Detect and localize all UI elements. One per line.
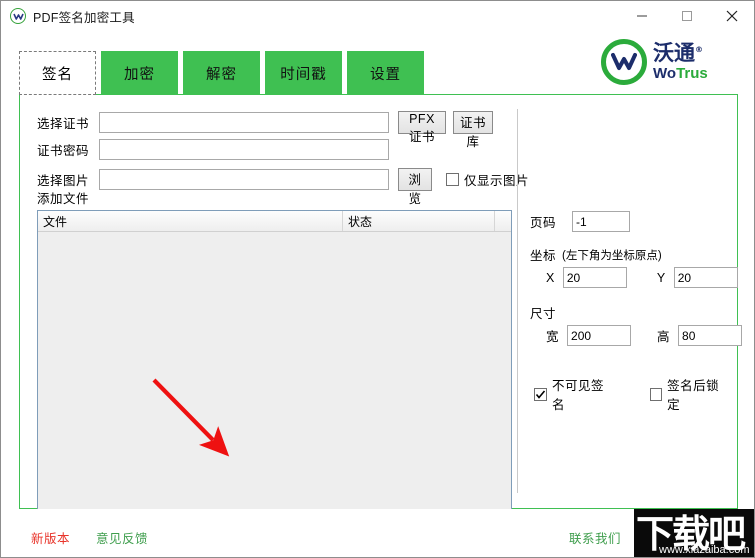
image-input[interactable] <box>99 169 389 190</box>
maximize-button[interactable] <box>664 1 709 31</box>
tab-label: 签名 <box>42 66 73 83</box>
tab-sign[interactable]: 签名 <box>19 51 96 95</box>
minimize-button[interactable] <box>619 1 664 31</box>
site-watermark: 下载吧 www.xiazaiba.com <box>634 509 754 557</box>
window-controls <box>619 1 754 31</box>
brand-name-en: WoTrus <box>653 66 708 81</box>
invisible-sign-checkbox-box[interactable] <box>534 387 547 401</box>
file-list-header: 文件 状态 <box>38 211 511 232</box>
tab-strip: 签名 加密 解密 时间戳 设置 <box>19 51 424 95</box>
column-header-file[interactable]: 文件 <box>38 211 343 231</box>
password-input[interactable] <box>99 139 389 160</box>
height-label: 高 <box>657 330 671 344</box>
x-label: X <box>546 270 555 285</box>
coordinate-label: 坐标 <box>530 249 557 263</box>
invisible-sign-checkbox[interactable]: 不可见签名 <box>534 375 615 413</box>
invisible-sign-label: 不可见签名 <box>552 379 605 412</box>
title-bar-left: PDF签名加密工具 <box>1 7 619 26</box>
lock-after-sign-checkbox[interactable]: 签名后锁定 <box>649 375 731 413</box>
file-list-body[interactable] <box>38 232 511 550</box>
cert-store-button[interactable]: 证书库 <box>453 111 493 149</box>
brand-name-cn: 沃通® <box>653 43 708 64</box>
width-label: 宽 <box>546 330 560 344</box>
contact-link[interactable]: 联系我们 <box>569 528 621 547</box>
pfx-cert-button[interactable]: PFX证书 <box>398 111 446 144</box>
cert-label: 选择证书 <box>37 117 90 131</box>
feedback-link[interactable]: 意见反馈 <box>96 528 148 547</box>
panel-divider <box>517 109 518 493</box>
cert-input[interactable] <box>99 112 389 133</box>
coordinate-row: X Y <box>546 267 738 288</box>
page-input[interactable] <box>572 211 630 232</box>
status-bar: 新版本 意见反馈 联系我们 下载吧 www.xiazaiba.com <box>1 509 754 557</box>
main-panel: 选择证书 PFX证书 证书库 证书密码 选择图片 浏览 仅显示图片 添加文件 文… <box>19 94 743 557</box>
height-input[interactable] <box>678 325 743 346</box>
title-bar: PDF签名加密工具 <box>1 1 754 31</box>
brand-logo: 沃通® WoTrus <box>601 37 721 87</box>
brand-en-trus: Trus <box>676 65 708 82</box>
window-title: PDF签名加密工具 <box>33 10 135 25</box>
image-row: 选择图片 浏览 仅显示图片 <box>37 168 530 206</box>
brand-cn-chars: 沃通 <box>653 41 695 65</box>
tab-label: 加密 <box>124 66 155 83</box>
tab-encrypt[interactable]: 加密 <box>101 51 178 95</box>
y-input[interactable] <box>673 267 738 288</box>
tab-decrypt[interactable]: 解密 <box>183 51 260 95</box>
tab-label: 设置 <box>370 66 401 83</box>
password-label: 证书密码 <box>37 144 90 158</box>
tab-settings[interactable]: 设置 <box>347 51 424 95</box>
image-label: 选择图片 <box>37 174 90 188</box>
lock-after-sign-label: 签名后锁定 <box>667 379 720 412</box>
registered-mark: ® <box>695 45 703 54</box>
password-row: 证书密码 <box>37 139 389 160</box>
wotrus-circle-icon <box>601 39 647 85</box>
close-button[interactable] <box>709 1 754 31</box>
brand-en-wo: Wo <box>653 65 677 82</box>
tab-timestamp[interactable]: 时间戳 <box>265 51 342 95</box>
app-window: PDF签名加密工具 签名 加密 解密 时间戳 设置 沃通® WoTrus 选择证… <box>0 0 755 558</box>
x-input[interactable] <box>562 267 627 288</box>
tab-label: 解密 <box>206 66 237 83</box>
filelist-label: 添加文件 <box>37 192 90 206</box>
app-logo-icon <box>10 8 26 24</box>
page-label: 页码 <box>530 216 557 230</box>
only-image-label: 仅显示图片 <box>464 174 530 188</box>
column-header-spacer <box>495 211 511 231</box>
column-header-status[interactable]: 状态 <box>343 211 495 231</box>
page-row: 页码 <box>530 211 630 232</box>
file-list[interactable]: 文件 状态 <box>37 210 512 550</box>
browse-button[interactable]: 浏览 <box>398 168 432 206</box>
size-row: 宽 高 <box>546 325 743 346</box>
coordinate-hint: (左下角为坐标原点) <box>562 249 662 262</box>
watermark-url: www.xiazaiba.com <box>659 544 750 556</box>
lock-after-sign-checkbox-box[interactable] <box>649 387 663 401</box>
cert-row: 选择证书 PFX证书 证书库 <box>37 111 493 149</box>
size-label: 尺寸 <box>530 307 557 321</box>
y-label: Y <box>656 270 666 285</box>
coordinate-header: 坐标 (左下角为坐标原点) <box>530 245 662 264</box>
brand-text: 沃通® WoTrus <box>653 43 708 82</box>
new-version-link[interactable]: 新版本 <box>31 528 70 547</box>
only-image-checkbox-box[interactable] <box>446 173 459 186</box>
tab-label: 时间戳 <box>280 66 327 83</box>
sign-options-row: 不可见签名 签名后锁定 <box>534 375 730 413</box>
size-header: 尺寸 <box>530 303 556 322</box>
width-input[interactable] <box>567 325 632 346</box>
